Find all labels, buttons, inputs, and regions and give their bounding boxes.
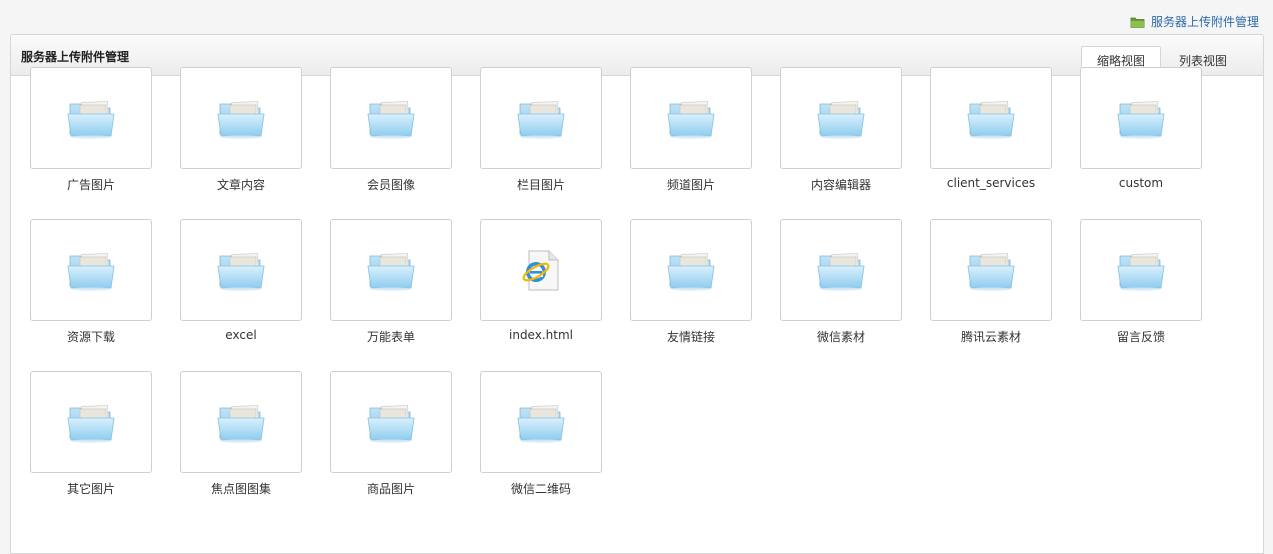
item-label[interactable]: 频道图片 bbox=[630, 176, 752, 193]
folder-item[interactable]: 微信素材 bbox=[780, 219, 902, 359]
item-label[interactable]: 广告图片 bbox=[30, 176, 152, 193]
folder-icon bbox=[66, 248, 116, 292]
item-label[interactable]: 内容编辑器 bbox=[780, 176, 902, 193]
item-label[interactable]: client_services bbox=[930, 176, 1052, 190]
folder-item[interactable]: 其它图片 bbox=[30, 371, 152, 511]
folder-item[interactable]: 万能表单 bbox=[330, 219, 452, 359]
folder-item[interactable]: 焦点图图集 bbox=[180, 371, 302, 511]
folder-icon bbox=[966, 248, 1016, 292]
folder-item[interactable]: 文章内容 bbox=[180, 67, 302, 207]
item-label[interactable]: 文章内容 bbox=[180, 176, 302, 193]
folder-item[interactable]: 广告图片 bbox=[30, 67, 152, 207]
folder-item[interactable]: 腾讯云素材 bbox=[930, 219, 1052, 359]
folder-icon bbox=[366, 96, 416, 140]
item-thumbnail[interactable] bbox=[30, 67, 152, 169]
item-thumbnail[interactable] bbox=[1080, 219, 1202, 321]
folder-icon bbox=[666, 96, 716, 140]
item-label[interactable]: 会员图像 bbox=[330, 176, 452, 193]
item-thumbnail[interactable] bbox=[780, 67, 902, 169]
item-label[interactable]: 其它图片 bbox=[30, 480, 152, 497]
folder-item[interactable]: custom bbox=[1080, 67, 1202, 207]
folder-item[interactable]: 频道图片 bbox=[630, 67, 752, 207]
item-label[interactable]: 腾讯云素材 bbox=[930, 328, 1052, 345]
item-label[interactable]: 焦点图图集 bbox=[180, 480, 302, 497]
folder-item[interactable]: 友情链接 bbox=[630, 219, 752, 359]
item-label[interactable]: 栏目图片 bbox=[480, 176, 602, 193]
folder-item[interactable]: 会员图像 bbox=[330, 67, 452, 207]
panel-title: 服务器上传附件管理 bbox=[21, 50, 130, 64]
item-label[interactable]: 微信二维码 bbox=[480, 480, 602, 497]
folder-icon bbox=[816, 96, 866, 140]
file-item[interactable]: index.html bbox=[480, 219, 602, 359]
folder-item[interactable]: 资源下载 bbox=[30, 219, 152, 359]
item-thumbnail[interactable] bbox=[180, 67, 302, 169]
item-thumbnail[interactable] bbox=[480, 371, 602, 473]
folder-icon bbox=[366, 248, 416, 292]
item-label[interactable]: index.html bbox=[480, 328, 602, 342]
item-label[interactable]: excel bbox=[180, 328, 302, 342]
folder-icon bbox=[66, 96, 116, 140]
item-label[interactable]: 微信素材 bbox=[780, 328, 902, 345]
item-thumbnail[interactable] bbox=[1080, 67, 1202, 169]
item-label[interactable]: 万能表单 bbox=[330, 328, 452, 345]
item-thumbnail[interactable] bbox=[330, 371, 452, 473]
item-label[interactable]: 留言反馈 bbox=[1080, 328, 1202, 345]
attachment-manager-link-label: 服务器上传附件管理 bbox=[1150, 15, 1259, 29]
item-thumbnail[interactable] bbox=[30, 219, 152, 321]
folder-icon bbox=[1116, 96, 1166, 140]
item-thumbnail[interactable] bbox=[180, 219, 302, 321]
folder-icon bbox=[666, 248, 716, 292]
item-thumbnail[interactable] bbox=[630, 219, 752, 321]
folder-icon bbox=[216, 400, 266, 444]
item-thumbnail[interactable] bbox=[480, 219, 602, 321]
folder-icon bbox=[966, 96, 1016, 140]
item-thumbnail[interactable] bbox=[480, 67, 602, 169]
folder-icon bbox=[66, 400, 116, 444]
folder-icon bbox=[1130, 15, 1145, 29]
item-thumbnail[interactable] bbox=[330, 67, 452, 169]
item-thumbnail[interactable] bbox=[180, 371, 302, 473]
folder-icon bbox=[1116, 248, 1166, 292]
item-thumbnail[interactable] bbox=[630, 67, 752, 169]
folder-item[interactable]: excel bbox=[180, 219, 302, 359]
item-thumbnail[interactable] bbox=[30, 371, 152, 473]
attachment-manager-link[interactable]: 服务器上传附件管理 bbox=[1130, 13, 1259, 30]
folder-icon bbox=[516, 400, 566, 444]
folder-icon bbox=[216, 248, 266, 292]
item-thumbnail[interactable] bbox=[780, 219, 902, 321]
item-thumbnail[interactable] bbox=[330, 219, 452, 321]
folder-icon bbox=[216, 96, 266, 140]
item-label[interactable]: custom bbox=[1080, 176, 1202, 190]
item-thumbnail[interactable] bbox=[930, 67, 1052, 169]
folder-icon bbox=[516, 96, 566, 140]
item-thumbnail[interactable] bbox=[930, 219, 1052, 321]
folder-item[interactable]: 商品图片 bbox=[330, 371, 452, 511]
folder-item[interactable]: client_services bbox=[930, 67, 1052, 207]
folder-item[interactable]: 内容编辑器 bbox=[780, 67, 902, 207]
folder-icon bbox=[816, 248, 866, 292]
item-label[interactable]: 资源下载 bbox=[30, 328, 152, 345]
folder-icon bbox=[366, 400, 416, 444]
item-label[interactable]: 商品图片 bbox=[330, 480, 452, 497]
ie-html-file-icon bbox=[519, 247, 563, 293]
top-bar: 服务器上传附件管理 bbox=[0, 0, 1273, 34]
folder-item[interactable]: 留言反馈 bbox=[1080, 219, 1202, 359]
item-label[interactable]: 友情链接 bbox=[630, 328, 752, 345]
folder-item[interactable]: 微信二维码 bbox=[480, 371, 602, 511]
folder-item[interactable]: 栏目图片 bbox=[480, 67, 602, 207]
